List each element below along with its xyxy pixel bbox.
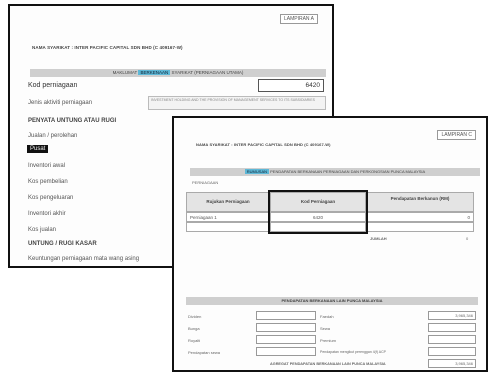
label-royalti: Royalti <box>188 338 201 343</box>
jenis-aktiviti-field[interactable]: INVESTMENT HOLDING AND THE PROVISION OF … <box>148 96 326 110</box>
agregat-value: 3,965,346 <box>428 359 476 368</box>
front-section-highlight: RUMUSAN <box>244 169 270 174</box>
jumlah-label: JUMLAH <box>370 236 387 241</box>
input-royalti[interactable] <box>256 335 316 344</box>
label-faedah: Faedah <box>320 314 334 319</box>
front-form-window[interactable]: LAMPIRAN C NAMA SYARIKAT : INTER PACIFIC… <box>172 116 488 372</box>
item-inventori-awal: Inventori awal <box>28 163 66 169</box>
row1-amount[interactable]: 0 <box>366 212 474 222</box>
col-header-rujukan: Rujukan Perniagaan <box>186 192 270 212</box>
item-kos-pengeluaran: Kos pengeluaran <box>28 195 74 201</box>
item-mata-wang-asing: Keuntungan perniagaan mata wang asing <box>28 256 140 262</box>
input-bunga[interactable] <box>256 323 316 332</box>
kod-perniagaan-label: Kod perniagaan <box>28 82 78 89</box>
kod-perniagaan-input[interactable]: 6420 <box>258 79 324 92</box>
lampiran-label-front: LAMPIRAN C <box>437 130 476 140</box>
row2-rujukan[interactable] <box>186 222 270 232</box>
item-inventori-akhir: Inventori akhir <box>28 211 66 217</box>
label-sewa: Sewa <box>320 326 331 331</box>
lain-punca-header: PENDAPATAN BERKANAAN LAIN PUNCA MALAYSIA <box>186 297 478 305</box>
row1-rujukan[interactable]: Perniagaan 1 <box>186 212 270 222</box>
item-kos-pembelian: Kos pembelian <box>28 179 68 185</box>
kod-column-focus-outline <box>268 190 368 234</box>
front-section-header: RUMUSAN PENDAPATAN BERKANAAN PERNIAGAAN … <box>190 168 480 176</box>
item-jualan: Jualan / perolehan <box>28 133 78 139</box>
col-header-pendapatan: Pendapatan Berkanun (RM) <box>366 192 474 212</box>
input-sewa[interactable] <box>428 323 476 332</box>
penyata-heading: PENYATA UNTUNG ATAU RUGI <box>28 118 117 124</box>
jenis-aktiviti-label: Jenis aktiviti perniagaan <box>28 100 93 106</box>
row2-amount[interactable] <box>366 222 474 232</box>
input-premium[interactable] <box>428 335 476 344</box>
company-name: NAMA SYARIKAT : INTER PACIFIC CAPITAL SD… <box>32 45 183 50</box>
label-pendapatan-sewa: Pendapatan sewa <box>188 350 221 355</box>
perniagaan-sublabel: PERNIAGAAN <box>192 180 219 185</box>
front-section-suffix: PENDAPATAN BERKANAAN PERNIAGAAN DAN PERK… <box>270 169 426 174</box>
label-perenggan-4f: Pendapatan mengikut perenggan 4(f) ACP <box>320 350 386 354</box>
section-header: MAKLUMAT BERKENAAN SYARIKAT (PERNIAGAAN … <box>30 69 326 77</box>
item-kos-jualan: Kos jualan <box>28 227 57 233</box>
item-pusat-selected[interactable]: Pusat <box>27 145 49 153</box>
label-premium: Premium <box>320 338 337 343</box>
input-dividen[interactable] <box>256 311 316 320</box>
section-prefix: MAKLUMAT <box>112 70 138 75</box>
input-pendapatan-sewa[interactable] <box>256 347 316 356</box>
agregat-label: AGREGAT PENDAPATAN BERKANAAN LAIN PUNCA … <box>270 362 386 366</box>
lampiran-label: LAMPIRAN A <box>279 14 318 24</box>
label-bunga: Bunga <box>188 326 200 331</box>
jumlah-value: 0 <box>466 236 469 241</box>
input-perenggan-4f[interactable] <box>428 347 476 356</box>
input-faedah[interactable]: 3,965,346 <box>428 311 476 320</box>
untung-heading: UNTUNG / RUGI KASAR <box>28 241 97 247</box>
company-name-front: NAMA SYARIKAT : INTER PACIFIC CAPITAL SD… <box>196 142 331 147</box>
label-dividen: Dividen <box>188 314 202 319</box>
section-suffix: SYARIKAT (PERNIAGAAN UTAMA) <box>171 70 244 75</box>
section-highlight: BERKENAAN <box>138 70 171 75</box>
